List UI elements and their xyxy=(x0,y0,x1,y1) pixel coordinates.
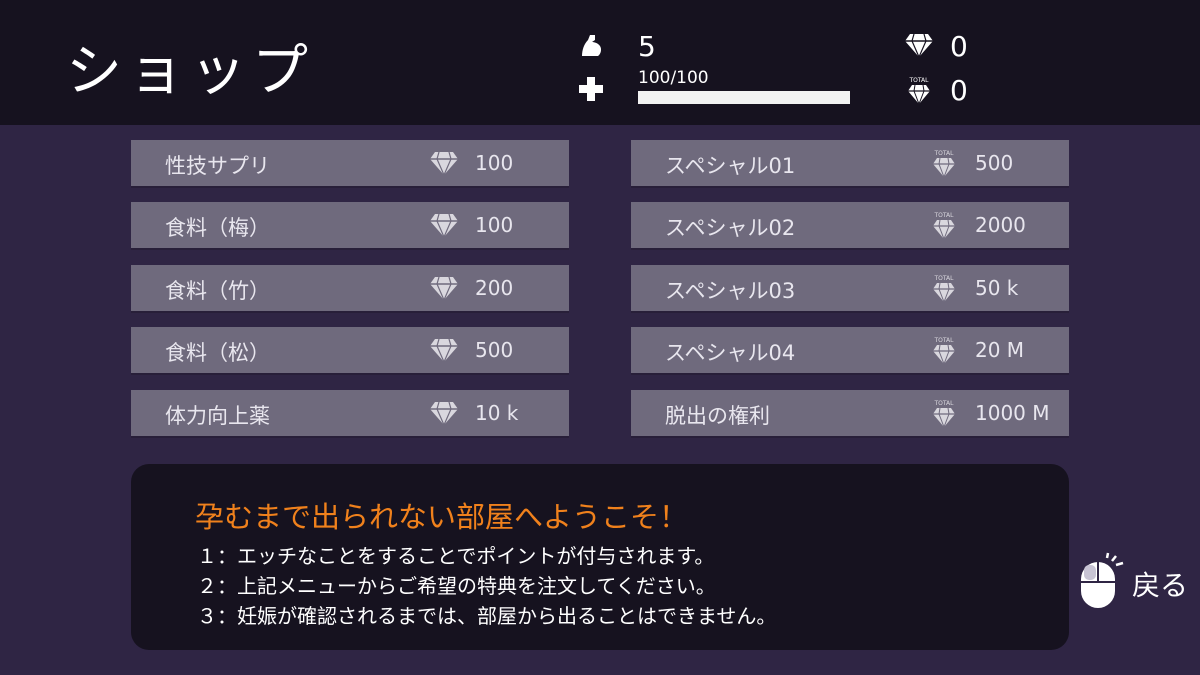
total-diamond-icon: TOTAL xyxy=(904,76,934,106)
item-name: スペシャル02 xyxy=(665,216,796,240)
message-line: ３：妊娠が確認されるまでは、部屋から出ることはできません。 xyxy=(197,604,777,628)
strength-stat: 5 xyxy=(578,30,656,63)
item-price: 200 xyxy=(475,276,514,300)
total-diamond-icon: TOTAL xyxy=(929,211,959,241)
shop-item[interactable]: スペシャル03 TOTAL 50 k xyxy=(631,265,1069,311)
total-label: TOTAL xyxy=(908,77,929,84)
item-price: 100 xyxy=(475,213,514,237)
mouse-click-icon xyxy=(1078,552,1128,616)
message-heading: 孕むまで出られない部屋へようこそ！ xyxy=(195,500,689,534)
diamond-icon xyxy=(429,149,459,177)
diamond-icon xyxy=(429,274,459,302)
total-label: TOTAL xyxy=(933,275,954,282)
item-name: スペシャル04 xyxy=(665,341,796,365)
item-price: 2000 xyxy=(975,213,1026,237)
header-bar: ショップ 5 100/100 0 TOTAL 0 xyxy=(0,0,1200,125)
total-gems-stat: TOTAL 0 xyxy=(904,74,968,107)
item-price: 500 xyxy=(975,151,1014,175)
total-diamond-icon: TOTAL xyxy=(929,149,959,179)
total-label: TOTAL xyxy=(933,212,954,219)
shop-item[interactable]: 食料（竹） 200 xyxy=(131,265,569,311)
item-name: 食料（松） xyxy=(165,341,270,365)
item-price: 20 M xyxy=(975,338,1025,362)
shop-item[interactable]: 性技サプリ 100 xyxy=(131,140,569,186)
diamond-icon xyxy=(429,336,459,364)
total-diamond-icon: TOTAL xyxy=(929,399,959,429)
hp-text: 100/100 xyxy=(638,68,709,88)
item-name: 食料（梅） xyxy=(165,216,270,240)
flexed-arm-icon xyxy=(578,32,608,62)
message-box: 孕むまで出られない部屋へようこそ！ １：エッチなことをすることでポイントが付与さ… xyxy=(131,464,1069,650)
hp-gauge: 100/100 xyxy=(638,68,850,104)
item-price: 100 xyxy=(475,151,514,175)
item-price: 10 k xyxy=(475,401,519,425)
hp-bar xyxy=(638,91,850,104)
total-label: TOTAL xyxy=(933,337,954,344)
message-line: １：エッチなことをすることでポイントが付与されます。 xyxy=(197,544,715,568)
item-name: 脱出の権利 xyxy=(665,404,770,428)
shop-item[interactable]: スペシャル01 TOTAL 500 xyxy=(631,140,1069,186)
item-name: 性技サプリ xyxy=(165,154,270,178)
total-gems-value: 0 xyxy=(950,74,968,107)
shop-item[interactable]: 食料（松） 500 xyxy=(131,327,569,373)
shop-item[interactable]: 食料（梅） 100 xyxy=(131,202,569,248)
total-label: TOTAL xyxy=(933,400,954,407)
plus-health-icon xyxy=(578,76,608,106)
diamond-icon xyxy=(904,32,934,62)
item-price: 500 xyxy=(475,338,514,362)
gems-stat: 0 xyxy=(904,30,968,63)
item-name: 食料（竹） xyxy=(165,279,270,303)
shop-item[interactable]: 体力向上薬 10 k xyxy=(131,390,569,436)
total-diamond-icon: TOTAL xyxy=(929,336,959,366)
shop-item[interactable]: スペシャル04 TOTAL 20 M xyxy=(631,327,1069,373)
back-label: 戻る xyxy=(1132,569,1189,602)
total-diamond-icon: TOTAL xyxy=(929,274,959,304)
item-name: 体力向上薬 xyxy=(165,404,270,428)
item-name: スペシャル03 xyxy=(665,279,796,303)
item-price: 1000 M xyxy=(975,401,1050,425)
message-line: ２：上記メニューからご希望の特典を注文してください。 xyxy=(197,574,716,598)
item-name: スペシャル01 xyxy=(665,154,796,178)
item-price: 50 k xyxy=(975,276,1019,300)
diamond-icon xyxy=(429,399,459,427)
total-label: TOTAL xyxy=(933,150,954,157)
strength-value: 5 xyxy=(638,30,656,63)
back-button[interactable]: 戻る xyxy=(1078,552,1188,616)
shop-item[interactable]: スペシャル02 TOTAL 2000 xyxy=(631,202,1069,248)
page-title: ショップ xyxy=(66,39,314,104)
gems-value: 0 xyxy=(950,30,968,63)
shop-item[interactable]: 脱出の権利 TOTAL 1000 M xyxy=(631,390,1069,436)
diamond-icon xyxy=(429,211,459,239)
